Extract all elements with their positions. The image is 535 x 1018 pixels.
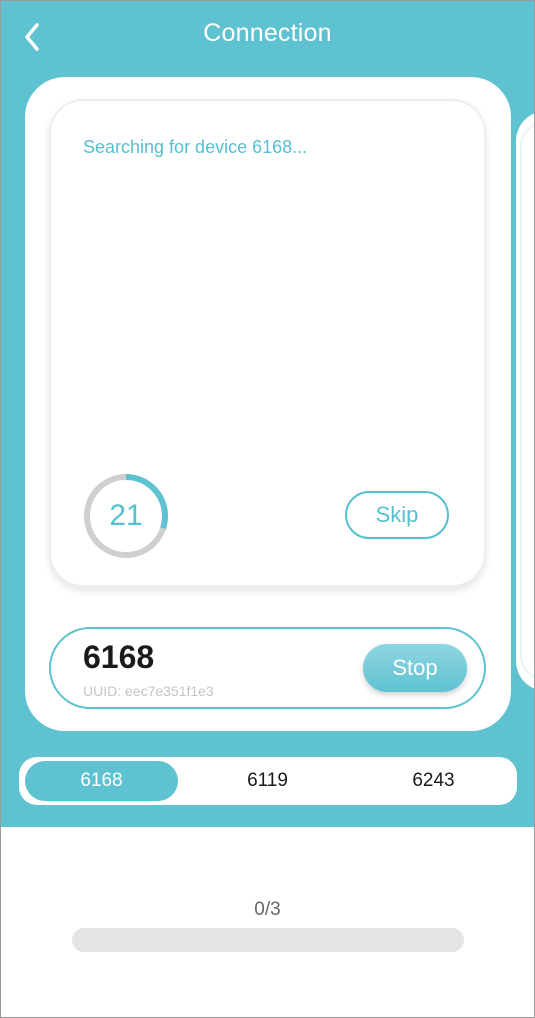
tab-device-6243[interactable]: 6243 <box>357 761 510 801</box>
tab-device-6119[interactable]: 6119 <box>191 761 344 801</box>
device-name: 6168 <box>83 639 155 675</box>
search-status-text: Searching for device 6168... <box>83 137 308 157</box>
page-title: Connection <box>203 19 332 47</box>
device-uuid: UUID: eec7e351f1e3 <box>83 683 214 699</box>
countdown-number: 21 <box>109 499 143 532</box>
tab-device-6168[interactable]: 6168 <box>25 761 178 801</box>
progress-count: 0/3 <box>254 899 281 920</box>
stop-button[interactable]: Stop <box>363 644 467 692</box>
progress-bar <box>72 928 464 952</box>
next-device-card-inner <box>520 121 534 681</box>
skip-button[interactable]: Skip <box>345 491 449 539</box>
connection-screen: Connection Searching for device 6168... … <box>0 0 535 1018</box>
